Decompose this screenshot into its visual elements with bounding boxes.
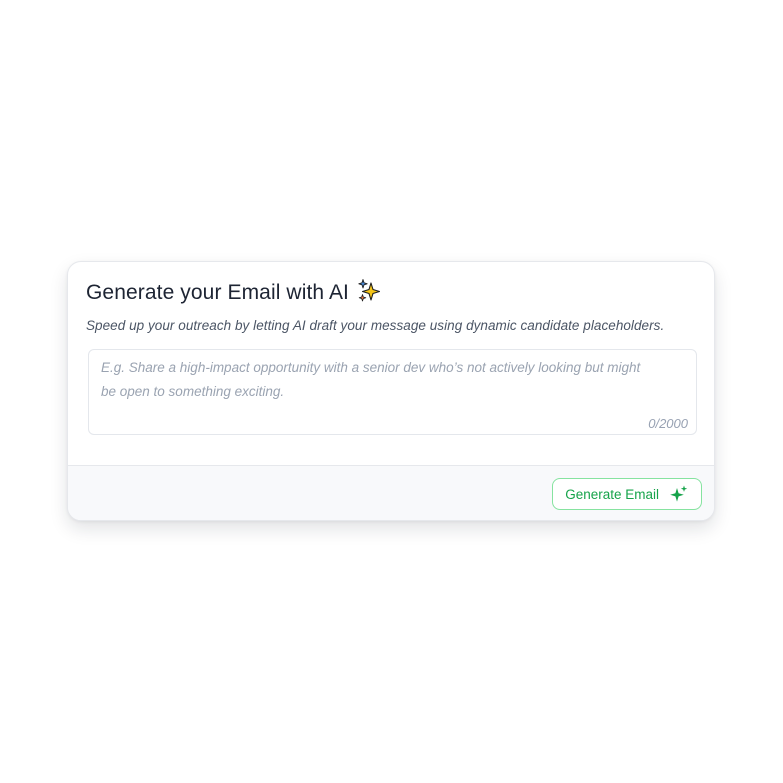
card-title: Generate your Email with AI [86, 281, 349, 304]
ai-email-card: Generate your Email with AI Speed up you… [67, 261, 715, 521]
card-body: Generate your Email with AI Speed up you… [68, 262, 714, 465]
prompt-textarea[interactable] [89, 350, 696, 434]
generate-email-label: Generate Email [565, 486, 659, 502]
prompt-field-wrapper: 0/2000 [88, 349, 697, 435]
generate-email-button[interactable]: Generate Email [552, 478, 702, 510]
character-counter: 0/2000 [648, 416, 688, 431]
title-row: Generate your Email with AI [86, 278, 696, 308]
page: Generate your Email with AI Speed up you… [0, 0, 783, 783]
card-footer: Generate Email [68, 465, 714, 520]
sparkle-icon [669, 484, 689, 504]
sparkles-emoji-icon [356, 278, 382, 304]
card-subtitle: Speed up your outreach by letting AI dra… [86, 318, 665, 333]
